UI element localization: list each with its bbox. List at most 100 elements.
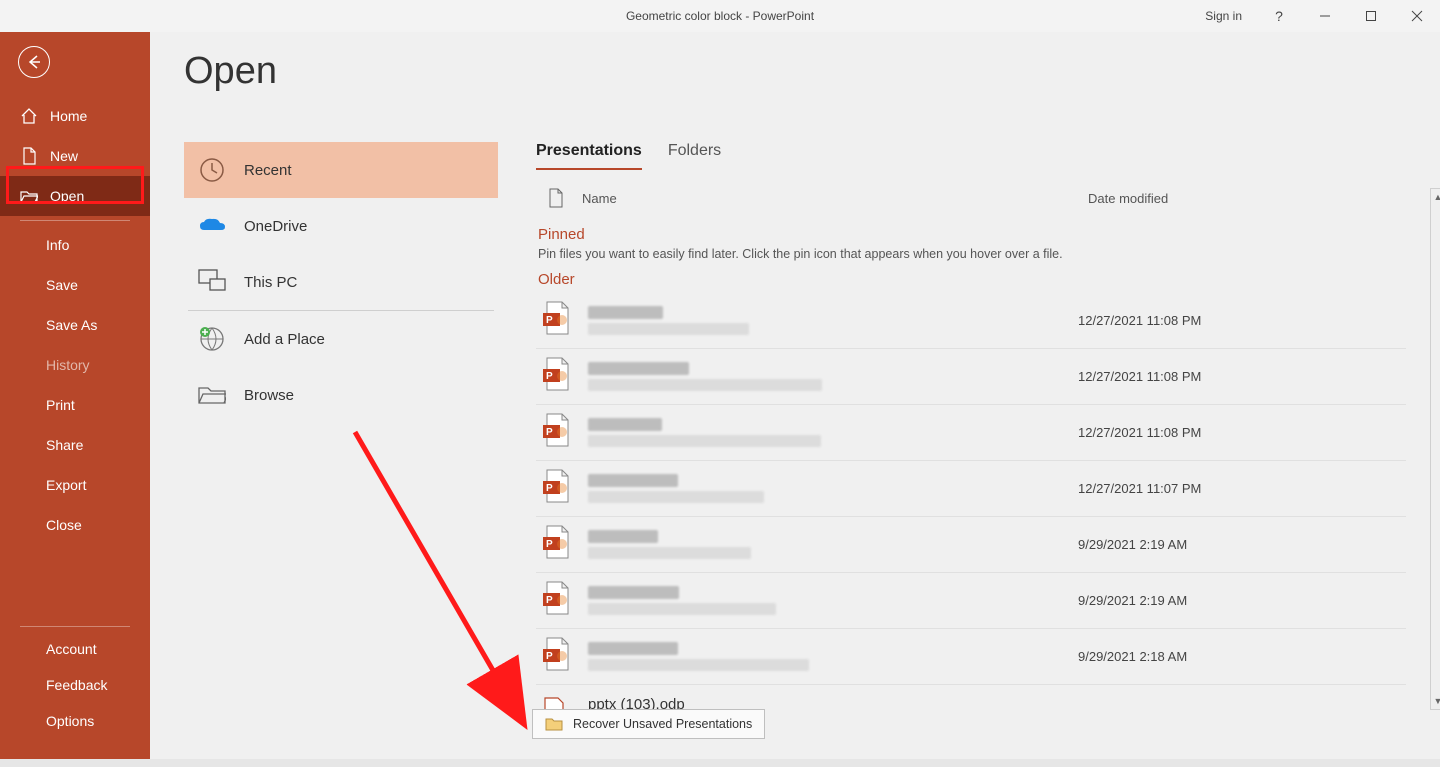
sidebar-item-open[interactable]: Open (0, 176, 150, 216)
pptx-file-icon: P (542, 581, 576, 620)
sidebar-item-options[interactable]: Options (0, 703, 150, 739)
file-text-area (588, 642, 1068, 671)
file-row[interactable]: P 12/27/2021 11:08 PM (536, 404, 1406, 460)
clock-icon (198, 156, 226, 184)
this-pc-icon (198, 268, 226, 296)
maximize-button[interactable] (1348, 0, 1394, 32)
file-name-redacted (588, 530, 658, 543)
sidebar-item-export[interactable]: Export (0, 465, 150, 505)
sidebar-label: New (50, 148, 78, 164)
file-path-redacted (588, 491, 764, 503)
open-folder-icon (20, 187, 38, 205)
file-date: 9/29/2021 2:18 AM (1078, 649, 1187, 664)
file-row[interactable]: P 12/27/2021 11:07 PM (536, 460, 1406, 516)
scroll-up-button[interactable]: ▲ (1431, 189, 1440, 205)
svg-text:P: P (546, 539, 553, 550)
back-button[interactable] (18, 46, 50, 78)
sidebar-item-share[interactable]: Share (0, 425, 150, 465)
location-label: OneDrive (244, 218, 307, 235)
pinned-hint: Pin files you want to easily find later.… (538, 247, 1406, 261)
sidebar-item-save[interactable]: Save (0, 265, 150, 305)
recover-button-label: Recover Unsaved Presentations (573, 717, 752, 731)
sidebar-item-close[interactable]: Close (0, 505, 150, 545)
sidebar-item-info[interactable]: Info (0, 225, 150, 265)
tab-folders[interactable]: Folders (668, 142, 721, 170)
sidebar-item-feedback[interactable]: Feedback (0, 667, 150, 703)
pptx-file-icon: P (542, 301, 576, 340)
file-list: P 12/27/2021 11:08 PM P 12/27/2021 11:08… (536, 292, 1406, 684)
sidebar-item-print[interactable]: Print (0, 385, 150, 425)
location-label: Browse (244, 387, 294, 404)
file-text-area (588, 418, 1068, 447)
home-icon (20, 107, 38, 125)
locations-list: Recent OneDrive This PC Add a Place Bro (184, 142, 498, 423)
sidebar-item-new[interactable]: New (0, 136, 150, 176)
files-pane: Presentations Folders Name Date modified… (536, 142, 1406, 724)
file-icon (548, 188, 564, 208)
title-bar: Geometric color block - PowerPoint Sign … (0, 0, 1440, 32)
sidebar-item-account[interactable]: Account (0, 631, 150, 667)
file-text-area (588, 586, 1068, 615)
pptx-file-icon: P (542, 413, 576, 452)
recover-unsaved-button[interactable]: Recover Unsaved Presentations (532, 709, 765, 739)
scroll-down-button[interactable]: ▼ (1431, 693, 1440, 709)
file-row[interactable]: P 12/27/2021 11:08 PM (536, 292, 1406, 348)
file-date: 12/27/2021 11:08 PM (1078, 369, 1201, 384)
location-add-place[interactable]: Add a Place (184, 311, 498, 367)
location-recent[interactable]: Recent (184, 142, 498, 198)
file-date: 12/27/2021 11:07 PM (1078, 481, 1201, 496)
file-row[interactable]: P 12/27/2021 11:08 PM (536, 348, 1406, 404)
file-name-redacted (588, 586, 679, 599)
section-older: Older (538, 271, 1406, 288)
pptx-file-icon: P (542, 469, 576, 508)
file-text-area (588, 474, 1068, 503)
file-name-redacted (588, 306, 663, 319)
file-row[interactable]: P 9/29/2021 2:19 AM (536, 516, 1406, 572)
tab-presentations[interactable]: Presentations (536, 142, 642, 170)
help-button[interactable]: ? (1256, 0, 1302, 32)
file-name-redacted (588, 418, 662, 431)
add-place-icon (198, 325, 226, 353)
backstage-sidebar: Home New Open Info Save Save As History … (0, 32, 150, 759)
sign-in-link[interactable]: Sign in (1191, 0, 1256, 32)
file-date: 12/27/2021 11:08 PM (1078, 313, 1201, 328)
sidebar-item-save-as[interactable]: Save As (0, 305, 150, 345)
scrollbar[interactable]: ▲ ▼ (1430, 188, 1440, 710)
svg-text:P: P (546, 427, 553, 438)
svg-text:P: P (546, 483, 553, 494)
pptx-file-icon: P (542, 637, 576, 676)
file-row[interactable]: P 9/29/2021 2:18 AM (536, 628, 1406, 684)
svg-text:P: P (546, 371, 553, 382)
column-name[interactable]: Name (582, 191, 617, 206)
file-path-redacted (588, 603, 776, 615)
location-onedrive[interactable]: OneDrive (184, 198, 498, 254)
close-window-button[interactable] (1394, 0, 1440, 32)
svg-text:P: P (546, 651, 553, 662)
location-label: Add a Place (244, 331, 325, 348)
sidebar-item-home[interactable]: Home (0, 96, 150, 136)
minimize-button[interactable] (1302, 0, 1348, 32)
file-path-redacted (588, 435, 821, 447)
folder-icon (545, 716, 563, 732)
sidebar-label: Open (50, 188, 84, 204)
file-row[interactable]: P 9/29/2021 2:19 AM (536, 572, 1406, 628)
file-date: 9/29/2021 2:19 AM (1078, 593, 1187, 608)
column-date[interactable]: Date modified (1088, 191, 1168, 206)
section-pinned: Pinned (538, 226, 1406, 243)
sidebar-item-history: History (0, 345, 150, 385)
svg-text:P: P (546, 315, 553, 326)
location-this-pc[interactable]: This PC (184, 254, 498, 310)
file-tabs: Presentations Folders (536, 142, 1406, 170)
file-text-area (588, 530, 1068, 559)
file-path-redacted (588, 323, 749, 335)
sidebar-label: Home (50, 108, 87, 124)
file-name-redacted (588, 642, 678, 655)
file-date: 12/27/2021 11:08 PM (1078, 425, 1201, 440)
location-browse[interactable]: Browse (184, 367, 498, 423)
onedrive-icon (198, 212, 226, 240)
file-text-area (588, 306, 1068, 335)
backstage-content: Open Recent OneDrive This PC Add a Pl (150, 32, 1440, 759)
file-path-redacted (588, 659, 809, 671)
divider (20, 220, 130, 221)
file-name-redacted (588, 362, 689, 375)
